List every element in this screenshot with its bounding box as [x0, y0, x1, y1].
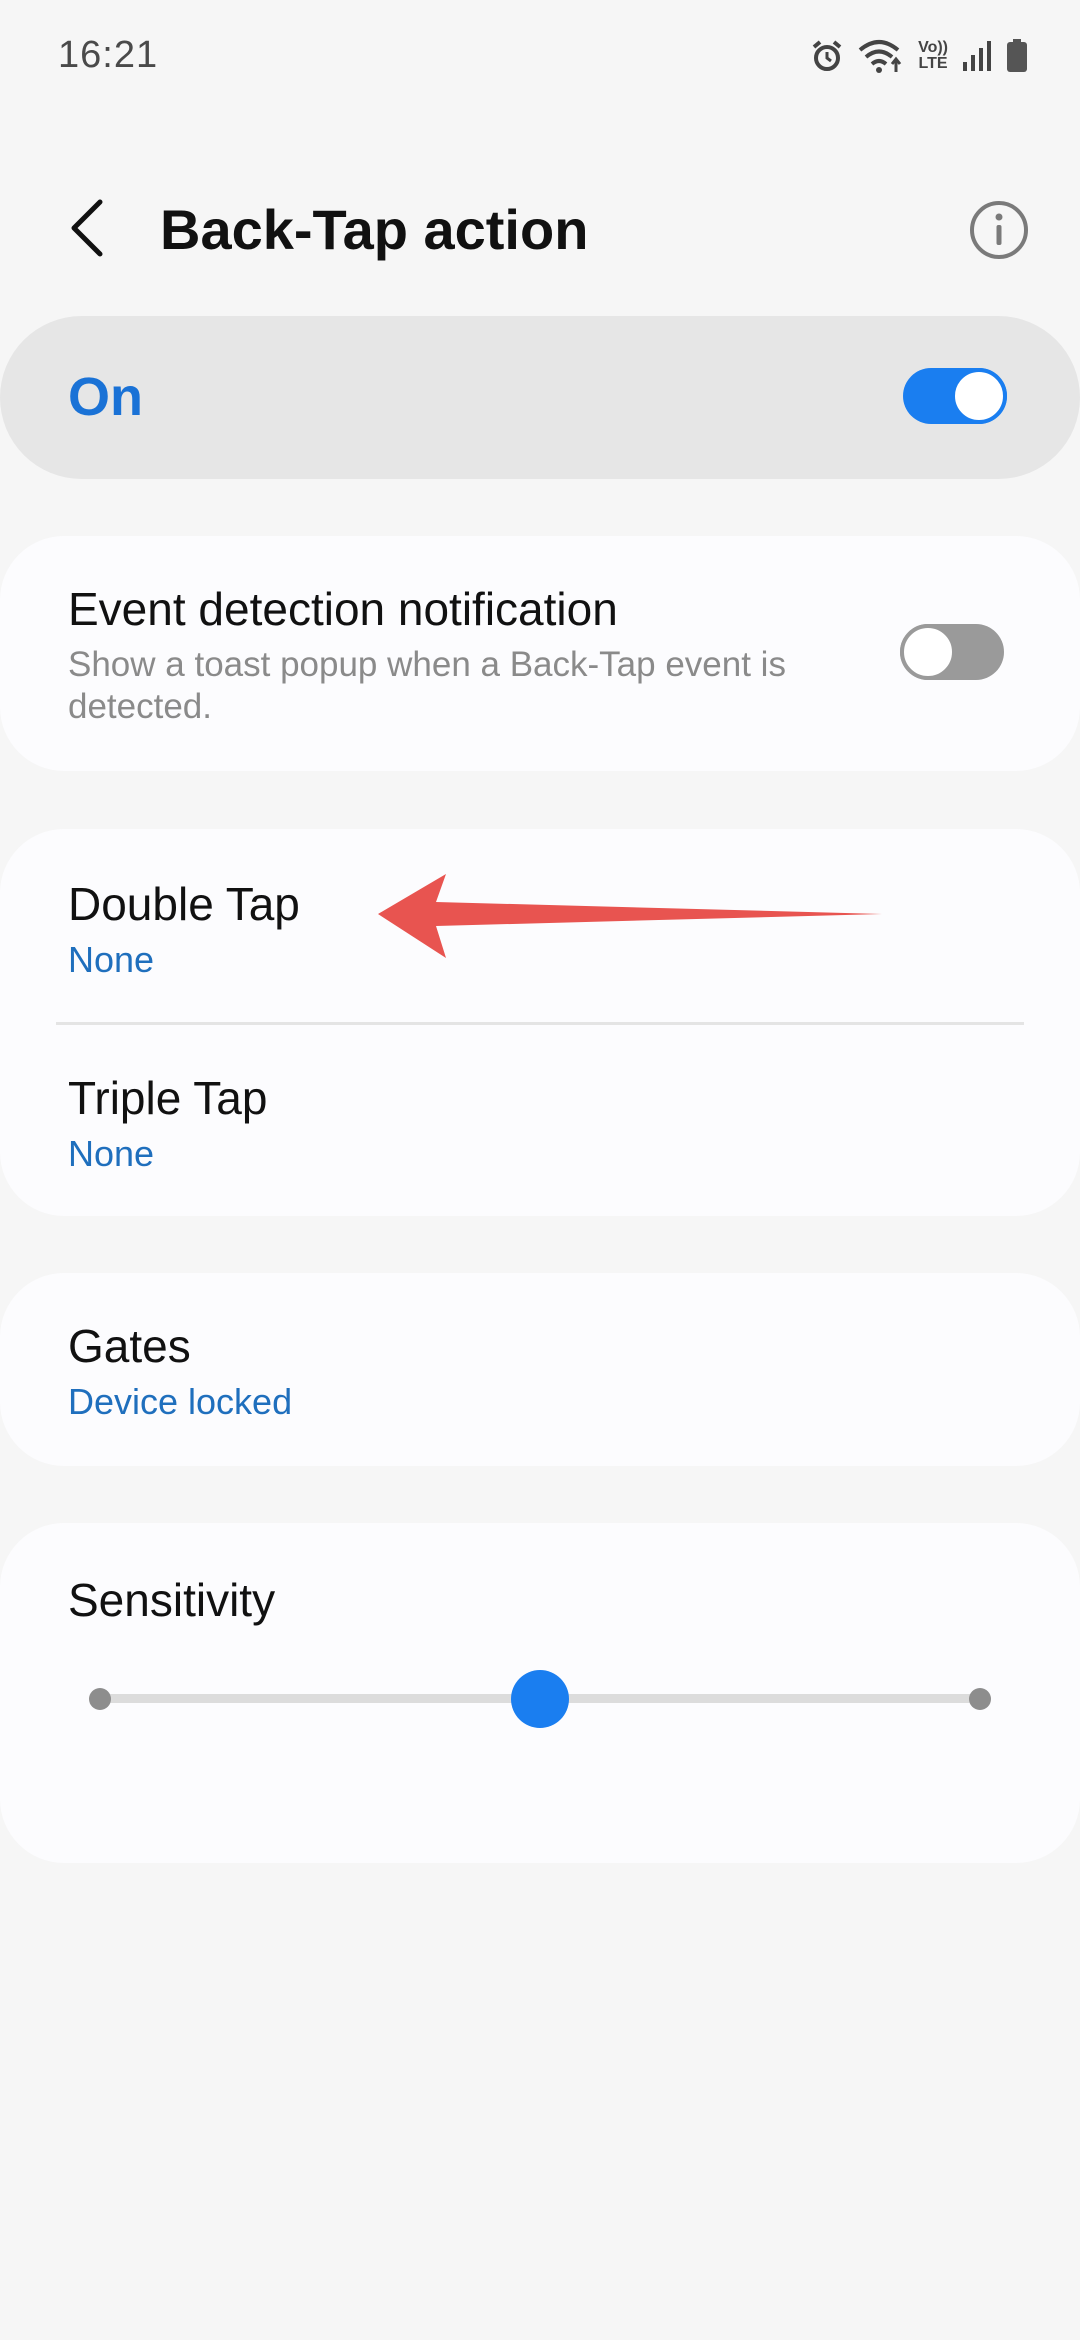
event-detection-toggle[interactable]: [900, 624, 1004, 680]
status-icons: Vo)) LTE: [810, 38, 1028, 74]
back-button[interactable]: [56, 195, 116, 265]
gates-row[interactable]: Gates Device locked: [0, 1273, 1080, 1466]
slider-thumb[interactable]: [511, 1670, 569, 1728]
event-detection-title: Event detection notification: [68, 583, 618, 635]
info-icon: [966, 201, 1032, 267]
triple-tap-title: Triple Tap: [68, 1072, 268, 1124]
triple-tap-value: None: [68, 1133, 155, 1174]
page-title: Back-Tap action: [160, 198, 589, 261]
gates-value: Device locked: [68, 1381, 293, 1422]
toggle-knob: [951, 368, 1007, 424]
gates-title: Gates: [68, 1320, 191, 1372]
status-bar: 16:21 Vo)) LTE: [0, 0, 1080, 120]
double-tap-title: Double Tap: [68, 878, 300, 930]
master-switch-label: On: [68, 367, 143, 427]
master-toggle[interactable]: [903, 368, 1007, 424]
battery-icon: [1006, 39, 1028, 73]
app-header: Back-Tap action: [0, 175, 1080, 285]
slider-stop: [969, 1688, 991, 1710]
event-detection-subtitle: Show a toast popup when a Back-Tap event…: [68, 645, 786, 726]
volte-label-bottom: LTE: [918, 55, 948, 72]
tap-actions-card: Double Tap None Triple Tap None: [0, 829, 1080, 1216]
double-tap-value: None: [68, 939, 155, 980]
gates-card: Gates Device locked: [0, 1273, 1080, 1466]
volte-label-top: Vo)): [918, 39, 948, 56]
event-detection-card: Event detection notification Show a toas…: [0, 536, 1080, 771]
wifi-icon: [858, 38, 904, 74]
event-detection-row[interactable]: Event detection notification Show a toas…: [0, 536, 1080, 771]
sensitivity-title: Sensitivity: [68, 1574, 276, 1626]
toggle-knob: [900, 624, 956, 680]
alarm-icon: [810, 39, 844, 73]
double-tap-row[interactable]: Double Tap None: [0, 829, 1080, 1024]
sensitivity-card: Sensitivity: [0, 1523, 1080, 1863]
sensitivity-slider[interactable]: [86, 1663, 994, 1733]
volte-icon: Vo)) LTE: [918, 40, 948, 72]
info-button[interactable]: [966, 197, 1032, 263]
triple-tap-row[interactable]: Triple Tap None: [0, 1025, 1080, 1216]
master-switch-bar[interactable]: On: [0, 316, 1080, 479]
slider-stop: [89, 1688, 111, 1710]
chevron-left-icon: [66, 198, 106, 263]
status-time: 16:21: [58, 34, 159, 76]
signal-icon: [962, 40, 992, 72]
